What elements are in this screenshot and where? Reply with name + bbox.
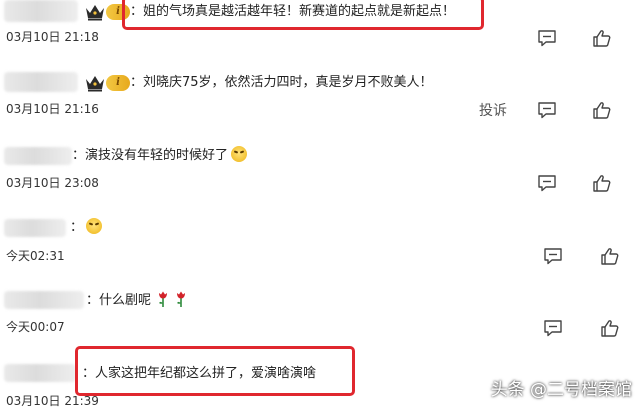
comment-time: 今天00:07	[6, 320, 65, 334]
username-blurred[interactable]	[4, 0, 78, 22]
comment-time: 03月10日 23:08	[6, 176, 99, 190]
comment-time: 今天02:31	[6, 249, 65, 263]
comment-icon[interactable]	[543, 319, 563, 337]
report-link[interactable]: 投诉	[479, 100, 507, 120]
thumbs-up-icon[interactable]	[592, 29, 612, 47]
comment-time: 03月10日 21:18	[6, 30, 99, 44]
thumbs-up-icon[interactable]	[592, 101, 612, 119]
comment-icon[interactable]	[537, 174, 557, 192]
highlight-box	[75, 346, 355, 396]
rose-icon	[175, 290, 187, 308]
comment-icon[interactable]	[543, 247, 563, 265]
comment-text-content: ：	[70, 220, 84, 235]
laugh-cry-emoji	[231, 146, 248, 162]
username-blurred[interactable]	[4, 147, 72, 165]
comment-text: ：刘晓庆75岁，依然活力四时，真是岁月不败美人！	[130, 75, 433, 90]
thumbs-up-icon[interactable]	[592, 174, 612, 192]
highlight-box	[122, 0, 484, 30]
comment-text: ：什么剧呢	[86, 290, 187, 311]
crown-icon	[84, 74, 106, 92]
username-blurred[interactable]	[4, 364, 76, 382]
username-blurred[interactable]	[4, 291, 84, 309]
watermark: 头条 @二号档案馆	[490, 380, 632, 400]
comment-time: 03月10日 21:16	[6, 102, 99, 116]
username-blurred[interactable]	[4, 72, 78, 92]
comment-icon[interactable]	[537, 101, 557, 119]
comment-text: ：	[70, 218, 103, 238]
comment-text-content: ：什么剧呢	[86, 293, 152, 308]
level-badge: i	[106, 75, 130, 91]
comment-icon[interactable]	[537, 29, 557, 47]
thumbs-up-icon[interactable]	[600, 319, 620, 337]
laugh-cry-emoji	[86, 218, 103, 234]
thumbs-up-icon[interactable]	[600, 247, 620, 265]
comment-text-content: ：演技没有年轻的时候好了	[72, 148, 229, 163]
comment-text: ：演技没有年轻的时候好了	[72, 146, 248, 166]
username-blurred[interactable]	[4, 219, 66, 237]
rose-icon	[157, 290, 169, 308]
crown-icon	[84, 3, 106, 21]
